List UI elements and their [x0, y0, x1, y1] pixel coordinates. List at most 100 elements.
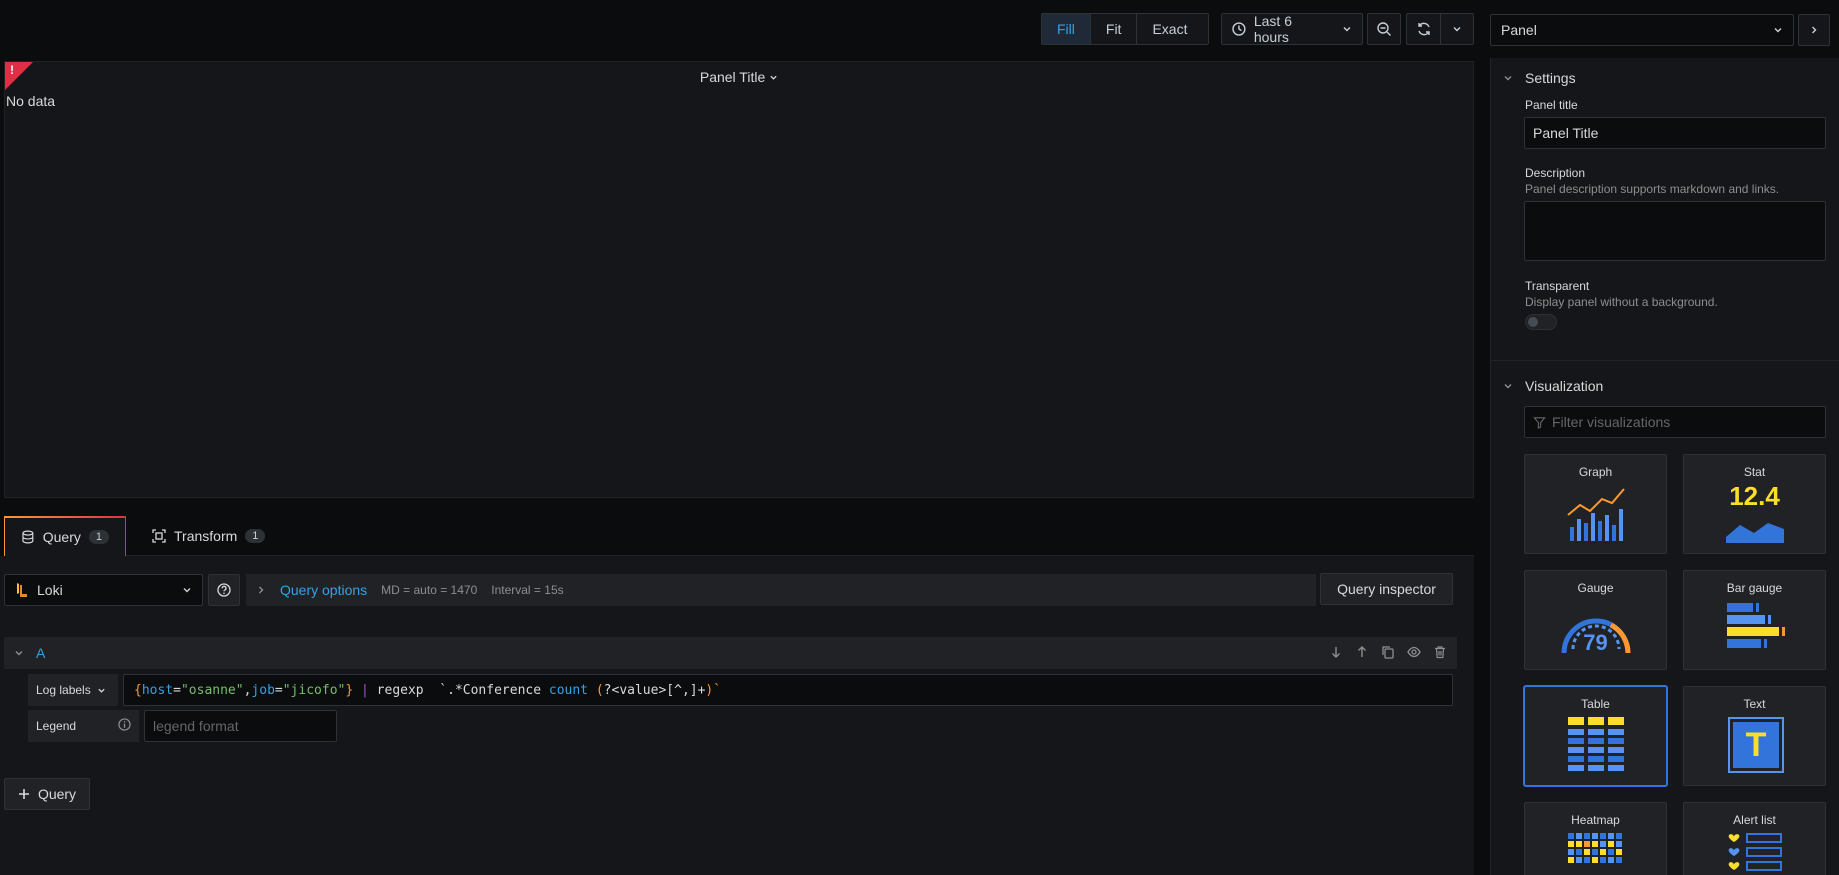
- viz-stat-label: Stat: [1743, 465, 1766, 479]
- chevron-down-icon: [770, 75, 777, 80]
- transparent-help: Display panel without a background.: [1525, 295, 1718, 309]
- stat-viz-icon: [1725, 523, 1784, 543]
- arrow-up-icon[interactable]: [1355, 645, 1369, 659]
- gauge-viz-value: 79: [1583, 630, 1608, 655]
- viz-text[interactable]: Text T: [1683, 686, 1826, 786]
- description-label: Description: [1525, 166, 1586, 180]
- viz-gauge-label: Gauge: [1577, 581, 1614, 595]
- arrow-down-icon[interactable]: [1329, 645, 1343, 659]
- chevron-down-icon: [1343, 27, 1351, 32]
- fill-button[interactable]: Fill: [1042, 14, 1091, 44]
- query-row-header[interactable]: A: [4, 637, 1457, 669]
- viz-stat[interactable]: Stat 12.4: [1683, 454, 1826, 554]
- description-help: Panel description supports markdown and …: [1525, 182, 1780, 196]
- viz-bar-gauge-label: Bar gauge: [1726, 581, 1783, 595]
- table-viz-icon: [1567, 717, 1624, 771]
- time-range-picker[interactable]: Last 6 hours: [1221, 13, 1363, 45]
- collapse-options-button[interactable]: [1798, 14, 1830, 46]
- zoom-out-icon: [1377, 22, 1391, 36]
- viz-bar-gauge[interactable]: Bar gauge: [1683, 570, 1826, 670]
- query-ref-id[interactable]: A: [36, 645, 45, 661]
- chevron-right-icon: [1812, 26, 1817, 34]
- chevron-right-icon: [259, 586, 264, 594]
- query-expression-input[interactable]: {host = "osanne", job = "jicofo"} | regexp `.…: [123, 674, 1453, 706]
- log-labels-button[interactable]: Log labels: [28, 674, 118, 706]
- chevron-down-icon[interactable]: [14, 648, 24, 658]
- filter-visualizations-placeholder: Filter visualizations: [1552, 414, 1671, 430]
- log-labels-label: Log labels: [36, 683, 91, 697]
- expr-op: =: [274, 682, 283, 698]
- visualization-title: Visualization: [1525, 378, 1604, 394]
- zoom-out-button[interactable]: [1367, 13, 1401, 45]
- filter-visualizations-input[interactable]: Filter visualizations: [1524, 406, 1826, 438]
- refresh-button[interactable]: [1406, 13, 1440, 45]
- trash-icon[interactable]: [1433, 645, 1447, 659]
- query-row-actions: [1329, 645, 1447, 659]
- chevron-down-icon: [98, 688, 105, 693]
- description-textarea[interactable]: [1524, 201, 1826, 261]
- query-options-bar[interactable]: Query options MD = auto = 1470 Interval …: [246, 574, 1316, 606]
- transform-icon: [152, 529, 166, 543]
- info-circle-icon[interactable]: [118, 718, 131, 731]
- time-range-label: Last 6 hours: [1253, 13, 1292, 45]
- clock-icon: [1232, 22, 1246, 36]
- refresh-interval-dropdown[interactable]: [1440, 13, 1474, 45]
- viz-table-label: Table: [1581, 697, 1610, 711]
- query-inspector-button[interactable]: Query inspector: [1320, 573, 1453, 605]
- expr-pipe: |: [353, 682, 377, 698]
- expr-regexp-keyword: regexp: [376, 682, 440, 698]
- legend-label: Legend: [28, 710, 139, 742]
- max-data-points: MD = auto = 1470: [381, 583, 478, 597]
- stat-viz-value: 12.4: [1729, 481, 1780, 511]
- expr-label-host: host: [141, 682, 174, 698]
- panel-title: Panel Title: [699, 69, 766, 85]
- graph-viz-icon: [1566, 488, 1625, 541]
- transparent-toggle[interactable]: [1525, 314, 1557, 330]
- chevron-down-icon: [183, 588, 191, 593]
- datasource-picker[interactable]: Loki: [4, 574, 203, 606]
- heatmap-viz-icon: [1567, 833, 1622, 863]
- options-sidebar: Panel Settings Panel title Panel Title D…: [1488, 0, 1839, 875]
- add-query-button[interactable]: Query: [4, 778, 90, 810]
- options-pane-select[interactable]: Panel: [1490, 14, 1794, 46]
- transform-count-badge: 1: [245, 529, 266, 543]
- tab-transform[interactable]: Transform 1: [136, 516, 281, 556]
- fit-button[interactable]: Fit: [1091, 14, 1138, 44]
- viz-graph[interactable]: Graph: [1524, 454, 1667, 554]
- chevron-down-icon: [1504, 76, 1512, 81]
- bar-gauge-viz-icon: [1726, 603, 1785, 648]
- viz-graph-label: Graph: [1578, 465, 1613, 479]
- legend-format-input[interactable]: [144, 710, 337, 742]
- filter-icon: [1533, 416, 1546, 429]
- tab-query-label: Query: [42, 529, 81, 545]
- copy-icon[interactable]: [1381, 645, 1395, 659]
- viz-table[interactable]: Table: [1524, 686, 1667, 786]
- panel-title-menu[interactable]: Panel Title: [5, 69, 1473, 85]
- query-count-badge: 1: [88, 530, 109, 544]
- viz-text-label: Text: [1743, 697, 1766, 711]
- no-data-message: No data: [6, 93, 56, 109]
- expr-paren-close: )`: [705, 682, 722, 698]
- eye-icon[interactable]: [1407, 645, 1421, 659]
- visualization-section-header[interactable]: Visualization: [1503, 378, 1603, 394]
- query-options-title: Query options: [280, 582, 368, 598]
- expr-regex-literal: `.*Conference: [439, 682, 549, 698]
- viz-alert-list[interactable]: Alert list: [1683, 802, 1826, 875]
- exact-button[interactable]: Exact: [1137, 14, 1202, 44]
- refresh-icon: [1417, 22, 1430, 36]
- editor-tabs: Query 1 Transform 1: [4, 516, 1474, 556]
- expr-brace-open: {: [134, 682, 142, 698]
- viz-gauge[interactable]: Gauge 79: [1524, 570, 1667, 670]
- tab-query[interactable]: Query 1: [4, 516, 126, 556]
- settings-section-header[interactable]: Settings: [1503, 70, 1576, 86]
- tab-transform-label: Transform: [174, 528, 238, 544]
- datasource-help-button[interactable]: [208, 574, 240, 606]
- expr-value-osanne: "osanne": [180, 682, 244, 698]
- chevron-down-icon: [1504, 384, 1512, 389]
- panel-preview: ! Panel Title No data: [4, 61, 1474, 498]
- panel-title-input[interactable]: Panel Title: [1524, 117, 1826, 149]
- viz-heatmap[interactable]: Heatmap: [1524, 802, 1667, 875]
- options-pane-select-value: Panel: [1501, 22, 1537, 38]
- text-viz-glyph: T: [1733, 722, 1779, 768]
- expr-capture: ?<value>[^,]+: [603, 682, 706, 698]
